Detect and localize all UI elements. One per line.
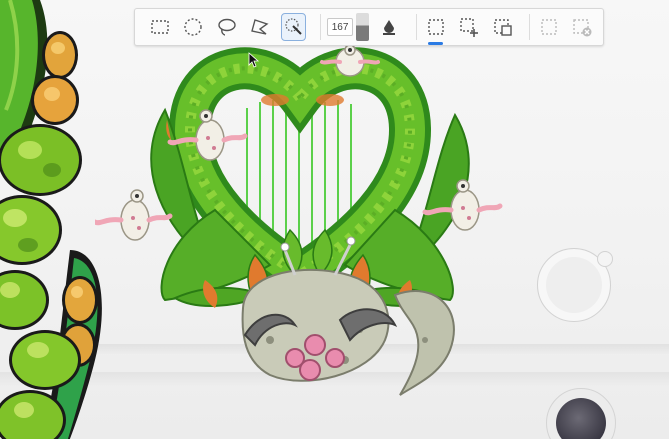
magic-wand-icon [284, 18, 302, 35]
clear-selection-icon [573, 19, 592, 37]
ellipse-select-icon [184, 18, 202, 36]
round-brush-button[interactable] [537, 248, 613, 322]
add-selection-icon [460, 18, 479, 37]
subtract-selection-icon [493, 19, 512, 36]
fill-tool[interactable] [377, 13, 402, 41]
round-brush-notch [597, 251, 613, 267]
toolbar-separator [320, 14, 322, 40]
monster-illustration [95, 44, 503, 396]
deselect-button[interactable] [536, 13, 561, 41]
deselect-icon [541, 19, 557, 35]
new-selection-button[interactable] [423, 13, 448, 45]
polygon-lasso-tool[interactable] [247, 13, 272, 41]
color-swatch-icon [556, 398, 606, 439]
polygon-lasso-icon [251, 19, 269, 35]
tolerance-slider[interactable] [355, 13, 369, 41]
tolerance-value[interactable]: 167 [327, 18, 353, 36]
subtract-selection-button[interactable] [490, 13, 515, 41]
lasso-select-tool[interactable] [214, 13, 239, 41]
rect-select-tool[interactable] [147, 13, 172, 41]
toolbar-separator [416, 14, 417, 40]
active-mode-indicator [427, 42, 444, 45]
new-selection-icon [427, 19, 444, 35]
color-swatch-button[interactable] [546, 388, 616, 439]
add-selection-button[interactable] [456, 13, 481, 41]
fill-drop-icon [383, 20, 396, 35]
ellipse-select-tool[interactable] [180, 13, 205, 41]
clear-selection-button[interactable] [570, 13, 595, 41]
magic-wand-tool[interactable] [280, 13, 307, 41]
mouse-cursor-icon [248, 52, 260, 68]
lasso-icon [217, 18, 236, 36]
selection-toolbar: 167 [134, 8, 604, 46]
rect-select-icon [151, 20, 169, 34]
toolbar-separator [529, 14, 531, 40]
drawing-canvas[interactable] [0, 0, 669, 439]
